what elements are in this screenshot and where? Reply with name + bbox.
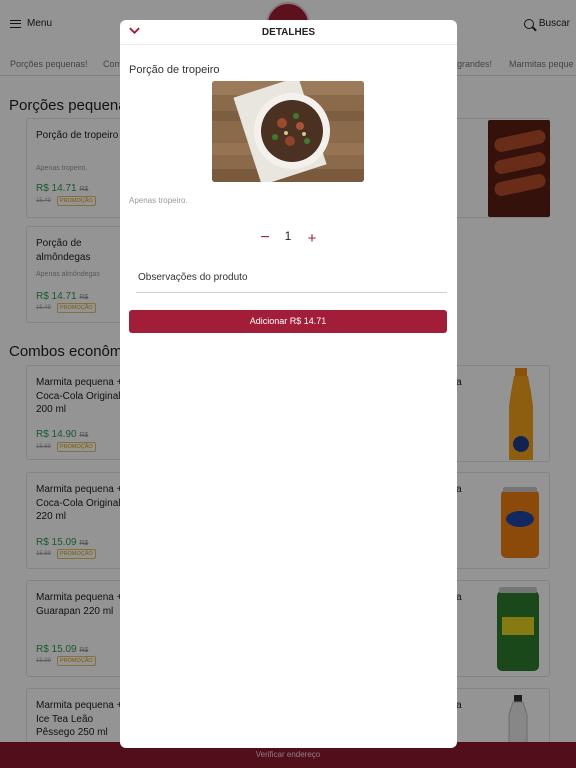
modal-title: DETALHES xyxy=(261,27,316,38)
decrease-quantity-button[interactable]: − xyxy=(258,228,272,248)
add-to-cart-button[interactable]: Adicionar R$ 14.71 xyxy=(129,310,447,333)
product-image xyxy=(212,81,364,182)
product-details-modal: DETALHES Porção de tropeiro Apenas trope… xyxy=(120,20,457,748)
quantity-stepper: − 1 + xyxy=(120,228,457,248)
quantity-value: 1 xyxy=(284,229,292,243)
increase-quantity-button[interactable]: + xyxy=(305,228,319,248)
product-notes-field[interactable]: Observações do produto xyxy=(136,267,447,293)
modal-header: DETALHES xyxy=(120,20,457,45)
product-description: Apenas tropeiro. xyxy=(129,196,188,205)
product-name: Porção de tropeiro xyxy=(129,64,220,76)
